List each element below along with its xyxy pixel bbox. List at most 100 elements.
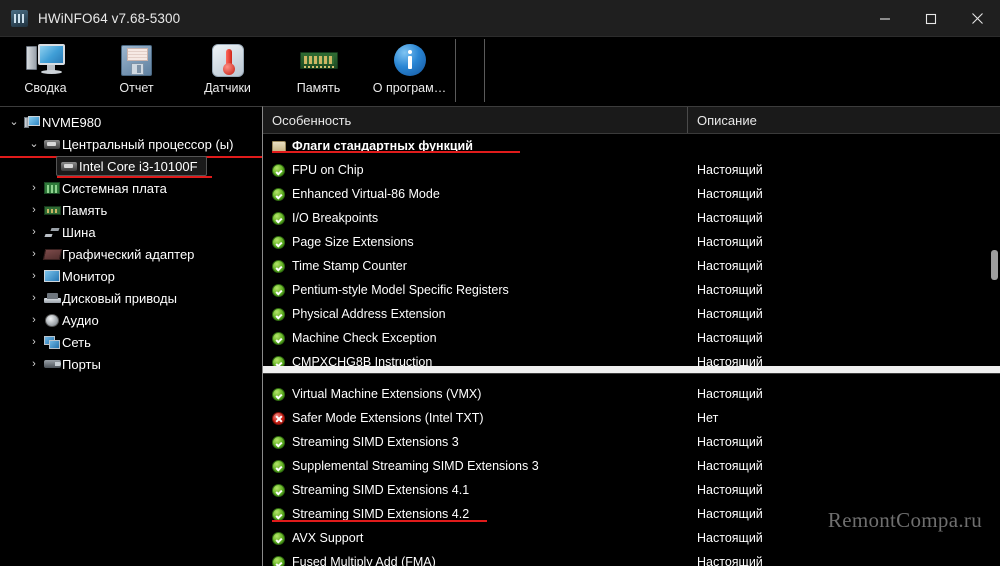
chevron-right-icon[interactable]: › — [26, 336, 42, 348]
toolbar-label-report: Отчет — [119, 81, 154, 95]
vertical-scrollbar-top[interactable] — [991, 138, 998, 362]
motherboard-icon — [42, 182, 62, 194]
column-header-description[interactable]: Описание — [688, 107, 1000, 133]
table-row[interactable]: Physical Address Extension Настоящий — [263, 302, 1000, 326]
chevron-right-icon[interactable]: › — [26, 292, 42, 304]
table-row[interactable]: Fused Multiply Add (FMA) Настоящий — [263, 550, 1000, 566]
computer-icon — [22, 115, 42, 129]
tree-item-computer[interactable]: ⌄ NVME980 — [0, 111, 262, 133]
cell-description: Настоящий — [688, 529, 1000, 547]
check-green-icon — [272, 331, 285, 345]
description-value: Настоящий — [697, 235, 763, 249]
feature-lists: Особенность Описание Флаги стандартных ф… — [263, 106, 1000, 566]
floppy-save-report-icon — [121, 42, 152, 78]
table-row[interactable]: Time Stamp Counter Настоящий — [263, 254, 1000, 278]
table-row[interactable]: Streaming SIMD Extensions 4.2 Настоящий — [263, 502, 1000, 526]
tree-label-motherboard: Системная плата — [62, 180, 167, 196]
tree-item-graphics[interactable]: › Графический адаптер — [0, 243, 262, 265]
chevron-down-icon[interactable]: ⌄ — [26, 138, 42, 150]
cell-feature: Safer Mode Extensions (Intel TXT) — [263, 411, 688, 425]
column-header-row-top: Особенность Описание — [263, 107, 1000, 134]
chevron-right-icon[interactable]: › — [26, 182, 42, 194]
table-row[interactable]: Machine Check Exception Настоящий — [263, 326, 1000, 350]
table-row[interactable]: Streaming SIMD Extensions 4.1 Настоящий — [263, 478, 1000, 502]
tree-item-memory[interactable]: › Память — [0, 199, 262, 221]
cell-description: Настоящий — [688, 385, 1000, 403]
tree-item-disk-drives[interactable]: › Дисковый приводы — [0, 287, 262, 309]
toolbar-button-summary[interactable]: Сводка — [0, 37, 91, 106]
tree-item-network[interactable]: › Сеть — [0, 331, 262, 353]
tree-item-motherboard[interactable]: › Системная плата — [0, 177, 262, 199]
panel-splitter[interactable] — [263, 366, 1000, 373]
chevron-right-icon[interactable]: › — [26, 270, 42, 282]
network-icon — [42, 335, 62, 349]
tree-item-cpu-model[interactable]: Intel Core i3-10100F — [0, 155, 262, 178]
toolbar-button-about[interactable]: О програм… — [364, 37, 455, 106]
info-circle-icon — [393, 42, 426, 78]
description-value: Настоящий — [697, 387, 763, 401]
tree-item-audio[interactable]: › Аудио — [0, 309, 262, 331]
toolbar-button-report[interactable]: Отчет — [91, 37, 182, 106]
tree-label-bus: Шина — [62, 224, 96, 240]
table-row[interactable]: CMPXCHG8B Instruction Настоящий — [263, 350, 1000, 366]
description-value: Настоящий — [697, 211, 763, 225]
feature-group-header[interactable]: Флаги стандартных функций — [263, 134, 1000, 158]
table-row[interactable]: Supplemental Streaming SIMD Extensions 3… — [263, 454, 1000, 478]
feature-label: Enhanced Virtual-86 Mode — [292, 187, 440, 201]
memory-module-icon — [299, 42, 338, 78]
feature-list-bottom: Virtual Machine Extensions (VMX) Настоящи… — [263, 373, 1000, 566]
device-tree: ⌄ NVME980 ⌄ Центральный процессор (ы) In… — [0, 106, 263, 566]
table-row[interactable]: Page Size Extensions Настоящий — [263, 230, 1000, 254]
tree-item-monitor[interactable]: › Монитор — [0, 265, 262, 287]
chevron-right-icon[interactable]: › — [26, 204, 42, 216]
toolbar-separator — [455, 39, 456, 102]
bus-icon — [42, 226, 62, 239]
cell-description: Настоящий — [688, 161, 1000, 179]
cell-feature: I/O Breakpoints — [263, 211, 688, 225]
table-row[interactable]: Enhanced Virtual-86 Mode Настоящий — [263, 182, 1000, 206]
chevron-right-icon[interactable]: › — [26, 248, 42, 260]
feature-list-top: Особенность Описание Флаги стандартных ф… — [263, 106, 1000, 366]
tree-item-bus[interactable]: › Шина — [0, 221, 262, 243]
check-green-icon — [272, 435, 285, 449]
check-green-icon — [272, 483, 285, 497]
chevron-down-icon[interactable]: ⌄ — [6, 116, 22, 128]
table-row[interactable]: FPU on Chip Настоящий — [263, 158, 1000, 182]
table-row[interactable]: Virtual Machine Extensions (VMX) Настоящи… — [263, 382, 1000, 406]
tree-item-cpu-group[interactable]: ⌄ Центральный процессор (ы) — [0, 133, 262, 158]
table-row[interactable]: Safer Mode Extensions (Intel TXT) Нет — [263, 406, 1000, 430]
feature-label: Page Size Extensions — [292, 235, 414, 249]
feature-label: I/O Breakpoints — [292, 211, 379, 225]
tree-selection-highlight: Intel Core i3-10100F — [56, 156, 212, 178]
chevron-right-icon[interactable]: › — [26, 314, 42, 326]
description-value: Настоящий — [697, 259, 763, 273]
close-button[interactable] — [954, 0, 1000, 37]
scrollbar-thumb[interactable] — [991, 250, 998, 280]
toolbar-separator-2 — [484, 39, 485, 102]
column-header-feature[interactable]: Особенность — [263, 107, 688, 133]
chevron-right-icon[interactable]: › — [26, 226, 42, 238]
table-row[interactable]: Streaming SIMD Extensions 3 Настоящий — [263, 430, 1000, 454]
disk-drive-icon — [42, 292, 62, 304]
minimize-button[interactable] — [862, 0, 908, 37]
check-green-icon — [272, 459, 285, 473]
memory-module-icon — [42, 205, 62, 215]
chevron-right-icon[interactable]: › — [26, 358, 42, 370]
cell-description: Настоящий — [688, 209, 1000, 227]
graphics-adapter-icon — [42, 248, 62, 260]
cell-feature: Pentium-style Model Specific Registers — [263, 283, 688, 297]
check-green-icon — [272, 531, 285, 545]
toolbar-label-sensors: Датчики — [204, 81, 251, 95]
feature-label: FPU on Chip — [292, 163, 364, 177]
toolbar-button-sensors[interactable]: Датчики — [182, 37, 273, 106]
table-row[interactable]: AVX Support Настоящий — [263, 526, 1000, 550]
cell-description: Настоящий — [688, 185, 1000, 203]
check-green-icon — [272, 555, 285, 566]
table-row[interactable]: I/O Breakpoints Настоящий — [263, 206, 1000, 230]
toolbar-button-memory[interactable]: Память — [273, 37, 364, 106]
folder-icon — [272, 140, 286, 152]
table-row[interactable]: Pentium-style Model Specific Registers На… — [263, 278, 1000, 302]
tree-label-ports: Порты — [62, 356, 101, 372]
tree-item-ports[interactable]: › Порты — [0, 353, 262, 375]
maximize-button[interactable] — [908, 0, 954, 37]
